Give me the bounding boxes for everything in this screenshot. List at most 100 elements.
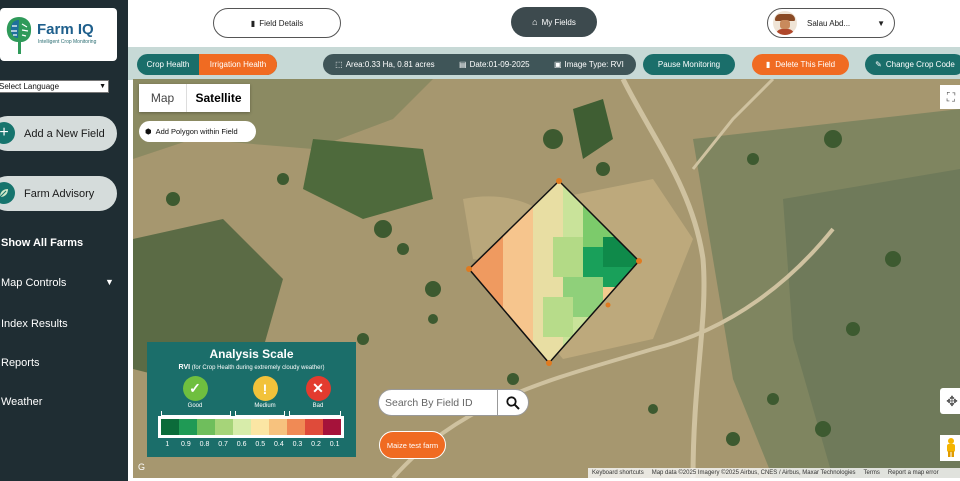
bad-label: Bad [312, 403, 324, 409]
index-name: RVI [178, 364, 191, 371]
change-crop-label: Change Crop Code [885, 60, 955, 69]
add-polygon-button[interactable]: ⬢ Add Polygon within Field [139, 121, 256, 142]
map-navigation-icon[interactable]: ✥ [940, 388, 960, 414]
reports-link[interactable]: Reports [1, 357, 40, 369]
image-icon: ▣ [553, 60, 562, 69]
area-text: Area:0.33 Ha, 0.81 acres [345, 60, 435, 69]
field-info-bar: ⬚ Area:0.33 Ha, 0.81 acres ▤ Date:01-09-… [323, 54, 636, 75]
bad-indicator: ✕ Bad [298, 376, 338, 409]
language-select-value: Select Language [0, 82, 60, 91]
pause-monitoring-button[interactable]: Pause Monitoring [643, 54, 735, 75]
weather-link[interactable]: Weather [1, 396, 42, 408]
brain-leaf-logo-icon [6, 17, 32, 54]
legend-swatch [305, 419, 323, 435]
google-logo: G [138, 462, 146, 472]
search-button[interactable] [497, 390, 528, 415]
avatar [773, 11, 797, 35]
legend-tick: 0.1 [329, 441, 340, 448]
legend-swatch [287, 419, 305, 435]
legend-swatch [233, 419, 251, 435]
date-text: Date:01-09-2025 [469, 60, 530, 69]
legend-tick: 0.9 [181, 441, 191, 448]
good-indicator: ✓ Good [175, 376, 215, 409]
legend-swatch [179, 419, 197, 435]
index-note: (for Crop Health during extremely cloudy… [191, 365, 325, 371]
irrigation-health-tab[interactable]: Irrigation Health [199, 54, 277, 75]
image-type-info: ▣ Image Type: RVI [554, 60, 624, 69]
terms-link[interactable]: Terms [864, 470, 880, 476]
color-legend [158, 416, 344, 438]
change-crop-code-button[interactable]: ✎ Change Crop Code [865, 54, 960, 75]
map-controls-link[interactable]: Map Controls [1, 277, 66, 289]
farm-advisory-label: Farm Advisory [24, 187, 95, 200]
medium-label: Medium [254, 403, 276, 409]
color-legend-ticks: 1 0.9 0.8 0.7 0.6 0.5 0.4 0.3 0.2 0.1 [158, 441, 344, 448]
analysis-scale-panel: Analysis Scale RVI (for Crop Health duri… [147, 342, 356, 457]
medium-indicator: ! Medium [245, 376, 285, 409]
analysis-scale-title: Analysis Scale [209, 347, 294, 361]
field-chip-button[interactable]: Maize test farm [379, 431, 446, 459]
legend-tick: 0.6 [236, 441, 247, 448]
health-toggle: Crop Health Irrigation Health [137, 54, 277, 75]
legend-tick: 0.8 [199, 441, 210, 448]
search-icon [506, 395, 520, 410]
legend-swatch [161, 419, 179, 435]
legend-tick: 0.3 [292, 441, 303, 448]
my-fields-button[interactable]: ⌂ My Fields [511, 7, 597, 37]
legend-swatch [269, 419, 287, 435]
add-polygon-label: Add Polygon within Field [155, 127, 238, 136]
add-field-label: Add a New Field [24, 127, 105, 140]
exclamation-icon: ! [252, 376, 278, 401]
analysis-scale-subtitle: RVI (for Crop Health during extremely cl… [147, 364, 356, 371]
show-all-farms-link[interactable]: Show All Farms [1, 237, 83, 249]
polygon-icon: ⬢ [145, 127, 152, 136]
brand-logo[interactable]: Farm IQ Intelligent Crop Monitoring [0, 8, 117, 61]
crop-health-tab[interactable]: Crop Health [137, 54, 199, 75]
field-details-button[interactable]: ▮ Field Details [213, 8, 341, 38]
language-select[interactable]: Select Language ▼ [0, 80, 109, 93]
user-menu[interactable]: Salau Abd... ▼ [767, 8, 895, 38]
map-data-text: Map data ©2025 Imagery ©2025 Airbus, CNE… [651, 470, 856, 476]
map-type-satellite-button[interactable]: Satellite [186, 84, 250, 112]
pencil-icon: ✎ [875, 60, 882, 69]
legend-tick: 0.5 [255, 441, 266, 448]
brand-tagline: Intelligent Crop Monitoring [38, 39, 97, 45]
map-type-toggle: Map Satellite [139, 84, 250, 112]
keyboard-shortcuts-link[interactable]: Keyboard shortcuts [592, 470, 644, 476]
field-search: Search By Field ID [378, 389, 529, 416]
pegman-icon[interactable] [940, 435, 960, 461]
index-results-link[interactable]: Index Results [1, 318, 68, 330]
home-icon: ⌂ [532, 17, 538, 27]
map-type-map-button[interactable]: Map [139, 84, 186, 112]
user-name: Salau Abd... [807, 18, 851, 28]
legend-swatch [215, 419, 233, 435]
delete-field-button[interactable]: ▮ Delete This Field [752, 54, 849, 75]
legend-swatch [323, 419, 341, 435]
field-polygon[interactable] [463, 177, 643, 367]
fullscreen-icon[interactable]: ⛶ [940, 85, 960, 109]
field-search-input[interactable]: Search By Field ID [379, 397, 497, 409]
report-error-link[interactable]: Report a map error [888, 470, 939, 476]
delete-field-label: Delete This Field [775, 60, 836, 69]
image-type-text: Image Type: RVI [564, 60, 624, 69]
area-info: ⬚ Area:0.33 Ha, 0.81 acres [335, 60, 435, 69]
legend-tick: 0.4 [273, 441, 284, 448]
chevron-down-icon: ▼ [99, 83, 106, 90]
map-attribution: Keyboard shortcuts Map data ©2025 Imager… [588, 468, 960, 478]
legend-swatch [251, 419, 269, 435]
cross-icon: ✕ [305, 376, 331, 401]
caret-down-icon[interactable]: ▼ [105, 277, 114, 287]
legend-tick: 1 [165, 441, 170, 448]
check-icon: ✓ [182, 376, 208, 401]
good-label: Good [187, 403, 203, 409]
calendar-icon: ▤ [459, 60, 467, 69]
plus-icon: + [0, 122, 15, 144]
trash-icon: ▮ [765, 60, 771, 69]
add-field-button[interactable]: + Add a New Field [0, 116, 117, 151]
leaf-icon [0, 182, 15, 204]
farm-advisory-button[interactable]: Farm Advisory [0, 176, 117, 211]
caret-down-icon: ▼ [877, 18, 885, 28]
legend-tick: 0.2 [311, 441, 321, 448]
sidebar: Farm IQ Intelligent Crop Monitoring Sele… [0, 0, 128, 481]
area-icon: ⬚ [335, 60, 343, 69]
